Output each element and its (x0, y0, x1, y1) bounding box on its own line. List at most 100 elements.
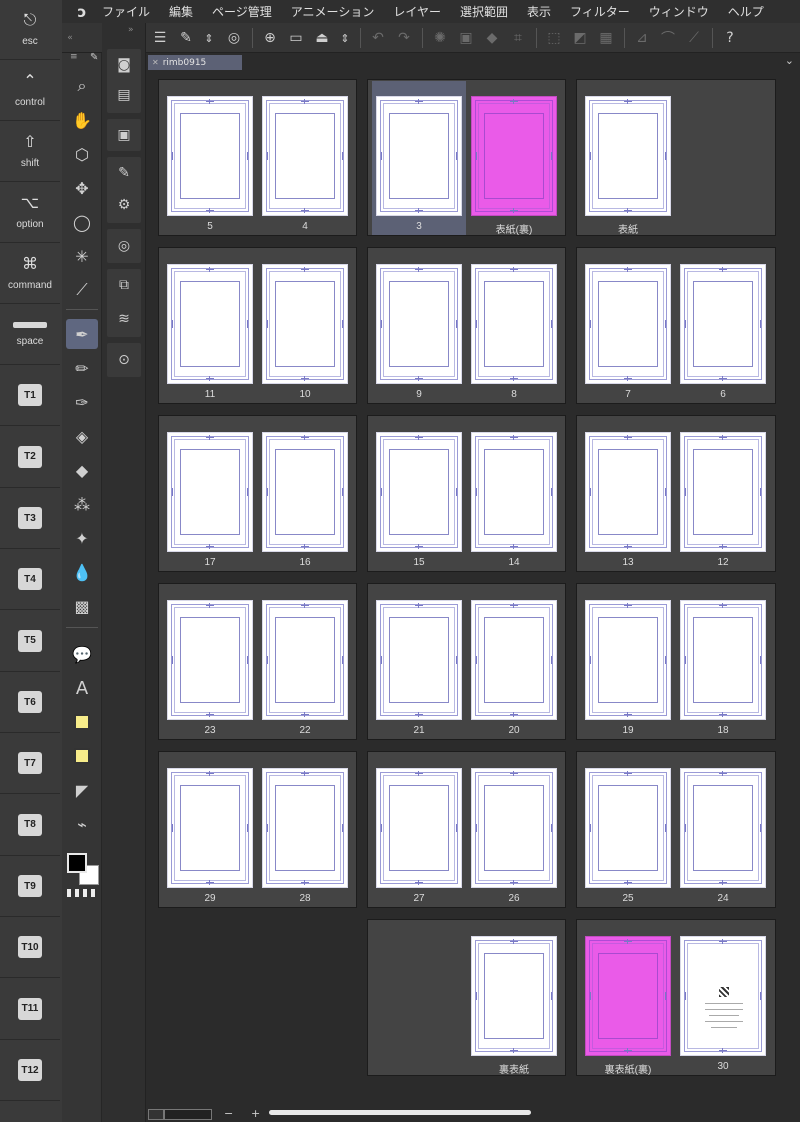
space-key[interactable]: space (0, 304, 60, 365)
tool-key-t7[interactable]: T7 (0, 733, 60, 794)
tool-key-t5[interactable]: T5 (0, 610, 60, 672)
brush-tool-icon[interactable]: ✑ (66, 387, 98, 417)
text-tool-icon[interactable]: A (66, 673, 98, 703)
help-icon[interactable]: ? (718, 27, 742, 49)
brush-size-icon[interactable]: ✎ (112, 161, 136, 185)
page-thumbnail-17[interactable] (167, 432, 253, 552)
layers-icon[interactable]: ≋ (112, 307, 136, 331)
fill-icon[interactable]: ◆ (480, 27, 504, 49)
page-thumbnail-26[interactable] (471, 768, 557, 888)
balloon-tool-icon[interactable]: 💬 (66, 639, 98, 669)
redo-icon[interactable]: ↷ (392, 27, 416, 49)
collapse-left-icon[interactable]: « (64, 27, 76, 49)
tool-key-t11[interactable]: T11 (0, 978, 60, 1040)
eyedropper-tool-icon[interactable]: ⟋ (66, 275, 98, 305)
new-page-icon[interactable]: ⊕ (258, 27, 282, 49)
fill-tool-icon[interactable]: ◆ (66, 455, 98, 485)
timeline-icon[interactable]: ▤ (112, 83, 136, 107)
gradient-tool-icon[interactable]: ▩ (66, 591, 98, 621)
pen-tool-icon[interactable]: ✒ (66, 319, 98, 349)
menu-animation[interactable]: アニメーション (291, 3, 375, 20)
page-thumbnail-28[interactable] (262, 768, 348, 888)
menu-file[interactable]: ファイル (102, 3, 150, 20)
app-logo-icon[interactable]: ↄ (62, 3, 102, 21)
palette-menu-icon[interactable]: ≡ (70, 52, 78, 62)
page-thumbnail-10[interactable] (262, 264, 348, 384)
tool-key-t4[interactable]: T4 (0, 549, 60, 610)
edit-document-icon[interactable]: ✎ (174, 27, 198, 49)
page-thumbnail-5[interactable] (167, 96, 253, 216)
airbrush-tool-icon[interactable]: ⁂ (66, 489, 98, 519)
undo-icon[interactable]: ↶ (366, 27, 390, 49)
page-thumbnail-23[interactable] (167, 600, 253, 720)
menu-edit[interactable]: 編集 (169, 3, 193, 20)
chevron-down-icon[interactable]: ⌄ (785, 54, 794, 67)
open-folder-icon[interactable]: ▭ (284, 27, 308, 49)
zoom-in-button[interactable]: + (251, 1107, 260, 1120)
ruler-curve-icon[interactable]: ⌒ (656, 27, 680, 49)
menu-help[interactable]: ヘルプ (728, 3, 764, 20)
stepper-icon[interactable]: ⇕ (200, 27, 218, 49)
search-layer-icon[interactable]: ⊙ (112, 348, 136, 372)
pencil-tool-icon[interactable]: ✏ (66, 353, 98, 383)
deselect-icon[interactable]: ⬚ (542, 27, 566, 49)
blend-tool-icon[interactable]: 💧 (66, 557, 98, 587)
command-key[interactable]: ⌘ command (0, 243, 60, 304)
page-thumbnail-4[interactable] (262, 96, 348, 216)
page-thumbnail-24[interactable] (680, 768, 766, 888)
tool-key-t3[interactable]: T3 (0, 488, 60, 549)
menu-page-management[interactable]: ページ管理 (212, 3, 272, 20)
transparent-color-swatch[interactable] (67, 889, 97, 897)
correct-line-tool-icon[interactable]: ⌁ (66, 809, 98, 839)
tool-key-t10[interactable]: T10 (0, 917, 60, 978)
magic-wand-tool-icon[interactable]: ✳ (66, 241, 98, 271)
menu-view[interactable]: 表示 (527, 3, 551, 20)
control-key[interactable]: ⌃ control (0, 60, 60, 121)
tool-key-t1[interactable]: T1 (0, 365, 60, 426)
menu-layer[interactable]: レイヤー (393, 3, 441, 20)
invert-selection-icon[interactable]: ◩ (568, 27, 592, 49)
tool-key-t6[interactable]: T6 (0, 672, 60, 733)
page-thumbnail-29[interactable] (167, 768, 253, 888)
stepper-icon[interactable]: ⇕ (336, 27, 354, 49)
tool-key-t12[interactable]: T12 (0, 1040, 60, 1101)
option-key[interactable]: ⌥ option (0, 182, 60, 243)
canvas-tab[interactable]: ✕ rimb0915 (148, 55, 242, 70)
move-tool-icon[interactable]: ✥ (66, 173, 98, 203)
page-thumbnail-back-cover[interactable] (471, 936, 557, 1056)
hand-tool-icon[interactable]: ✋ (66, 105, 98, 135)
layer-property-icon[interactable]: ⧉ (112, 273, 136, 297)
stamp-icon[interactable]: ▣ (454, 27, 478, 49)
page-thumbnail-15[interactable] (376, 432, 462, 552)
page-thumbnail-18[interactable] (680, 600, 766, 720)
page-thumbnail-21[interactable] (376, 600, 462, 720)
object-tool-icon[interactable]: ⬡ (66, 139, 98, 169)
ruler-tool-icon[interactable]: ◤ (66, 775, 98, 805)
page-thumbnail-7[interactable] (585, 264, 671, 384)
page-thumbnail-8[interactable] (471, 264, 557, 384)
hamburger-menu-icon[interactable]: ☰ (148, 27, 172, 49)
horizontal-scrollbar[interactable] (269, 1110, 531, 1115)
frame-tool-icon[interactable] (66, 707, 98, 737)
navigator-icon[interactable]: ▣ (112, 123, 136, 147)
page-thumbnail-3[interactable] (376, 96, 462, 216)
select-all-icon[interactable]: ▦ (594, 27, 618, 49)
color-wheel-icon[interactable]: ◎ (112, 234, 136, 258)
navigator-box[interactable] (148, 1109, 164, 1120)
eraser-tool-icon[interactable]: ◈ (66, 421, 98, 451)
shift-key[interactable]: ⇧ shift (0, 121, 60, 182)
zoom-slider[interactable] (164, 1109, 212, 1120)
page-thumbnail-22[interactable] (262, 600, 348, 720)
page-thumbnail-11[interactable] (167, 264, 253, 384)
menu-selection[interactable]: 選択範囲 (460, 3, 508, 20)
spiral-icon[interactable]: ◎ (222, 27, 246, 49)
menu-filter[interactable]: フィルター (570, 3, 630, 20)
decoration-tool-icon[interactable]: ✦ (66, 523, 98, 553)
zoom-out-button[interactable]: − (224, 1107, 233, 1120)
ruler-icon[interactable]: ⊿ (630, 27, 654, 49)
page-thumbnail-25[interactable] (585, 768, 671, 888)
menu-window[interactable]: ウィンドウ (649, 3, 709, 20)
page-thumbnail-back-cover-back[interactable] (585, 936, 671, 1056)
page-thumbnail-30[interactable] (680, 936, 766, 1056)
page-thumbnail-13[interactable] (585, 432, 671, 552)
